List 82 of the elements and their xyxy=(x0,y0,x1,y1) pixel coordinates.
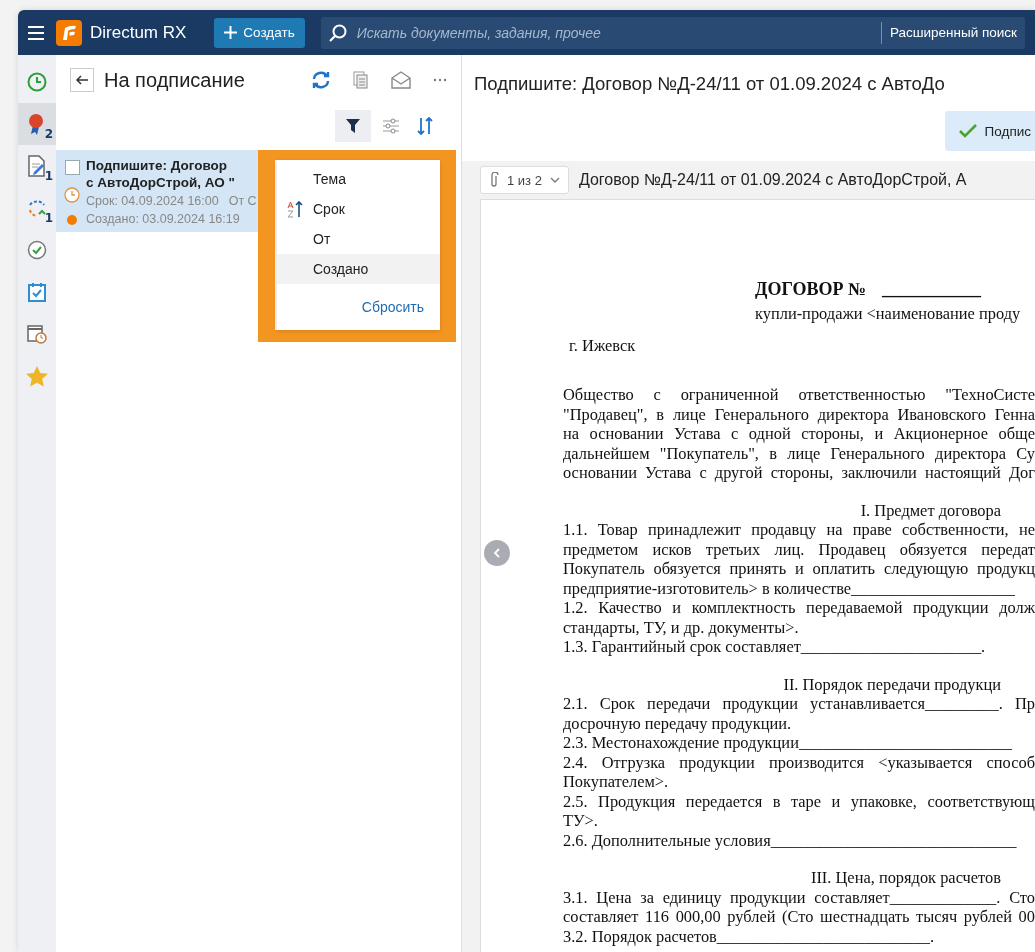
search-field[interactable]: Искать документы, задания, прочее Расширенный поиск xyxy=(320,16,1025,49)
more-icon[interactable] xyxy=(433,78,447,82)
document-line: 1.2. Качество и комплектность передаваемой продукции долж xyxy=(563,598,1035,618)
app-name: Directum RX xyxy=(90,22,187,43)
refresh-icon[interactable] xyxy=(311,71,331,89)
document-line: "Продавец", в лице Генерального директора Ивановского Генна xyxy=(563,404,1035,424)
task-title: Подпишите: Договор xyxy=(86,158,229,173)
document-line: 1.1. Товар принадлежит продавцу на праве собственности, не xyxy=(563,520,1035,540)
sliders-icon[interactable] xyxy=(383,118,399,134)
folder-title: На подписание xyxy=(104,68,246,92)
section-heading: III. Цена, порядок расчетов xyxy=(809,868,1002,888)
mail-icon[interactable] xyxy=(391,71,411,89)
search-icon xyxy=(328,23,347,42)
chevron-down-icon xyxy=(549,177,560,183)
document-line: на основании Устава с одной стороны, и Акционерное обще xyxy=(563,424,1035,444)
document-line: стандарты, ТУ, и др. документы>. xyxy=(563,617,800,637)
calendar-clock-icon xyxy=(27,324,47,344)
menu-icon[interactable] xyxy=(28,25,44,40)
document-line: досрочную передачу продукции. xyxy=(563,713,793,733)
document-line: предметом исков третьих лиц. Продавец обязуется передат xyxy=(563,539,1035,559)
check-circle-icon xyxy=(27,240,47,260)
plus-icon xyxy=(224,26,238,39)
sign-button[interactable]: Подпис xyxy=(944,111,1035,151)
attachment-selector[interactable]: 1 из 2 xyxy=(480,166,569,194)
section-heading: I. Предмет договора xyxy=(859,500,1002,520)
document-name: Договор №Д-24/11 от 01.09.2024 с АвтоДорСтрой, А xyxy=(578,171,967,189)
rail-item[interactable]: 1 xyxy=(18,145,56,187)
document-line: ТУ>. xyxy=(563,811,599,831)
count-label: 1 xyxy=(44,170,53,182)
section-heading: II. Порядок передачи продукци xyxy=(782,674,1002,694)
count-label: 2 xyxy=(44,128,53,140)
document-line: 2.3. Местонахождение продукции__________________________ xyxy=(563,733,1013,753)
rail-item[interactable]: 1 xyxy=(18,187,56,229)
back-button[interactable] xyxy=(70,68,94,92)
document-line: Покупатель обязуется принять и оплатить следующую продукц xyxy=(563,559,1035,579)
sort-option[interactable]: Создано xyxy=(277,254,440,284)
document-line: 2.6. Дополнительные условия______________________________ xyxy=(563,830,1018,850)
document-line: Покупателем>. xyxy=(563,772,670,792)
document-line: составляет 116 000,00 рублей (Сто шестнадцать тысяч рублей 00 xyxy=(563,907,1035,927)
document-line: Общество с ограниченной ответственностью "ТехноСисте xyxy=(563,385,1035,405)
checkbox[interactable] xyxy=(64,160,80,175)
chevron-left-icon xyxy=(493,548,501,558)
document-line: 2.4. Отгрузка продукции производится <указывается способ xyxy=(563,752,1035,772)
advanced-search-link[interactable]: Расширенный поиск xyxy=(889,25,1017,40)
fill-in-line: ___________ xyxy=(882,278,981,301)
filter-icon xyxy=(346,119,360,133)
due-date: Срок: 04.09.2024 16:00 xyxy=(86,194,219,208)
logo-icon xyxy=(56,19,82,46)
create-button[interactable]: Создать xyxy=(214,17,305,48)
document-line: дальнейшем "Покупатель", в лице Генерального директора Су xyxy=(563,443,1035,463)
checkmark-icon xyxy=(958,124,977,138)
document-subtitle: купли-продажи <наименование проду xyxy=(754,304,1022,324)
arrow-left-icon xyxy=(76,75,88,85)
clock-icon xyxy=(27,72,47,92)
document-line: основании Устава с другой стороны, заключили настоящий Дог xyxy=(563,463,1035,483)
sort-option[interactable]: Тема xyxy=(277,164,440,194)
document-line: 2.5. Продукция передается в таре и упаковке, соответствующ xyxy=(563,791,1035,811)
calendar-check-icon xyxy=(28,282,46,302)
award-icon xyxy=(28,113,46,135)
star-icon xyxy=(26,365,48,387)
filter-button[interactable] xyxy=(335,110,371,142)
document-edit-icon xyxy=(28,155,46,177)
cycle-icon xyxy=(26,198,48,218)
task-title: с АвтоДорСтрой, АО " xyxy=(86,175,236,190)
sender: От С xyxy=(228,194,257,208)
document-city: г. Ижевск xyxy=(568,335,637,355)
document-line: 2.1. Срок передачи продукции устанавливается_________. Пр xyxy=(563,694,1035,714)
count-label: 1 xyxy=(44,212,53,224)
document-line: предприятие-изготовитель> в количестве____________________ xyxy=(563,578,1017,598)
sort-option[interactable]: Срок xyxy=(277,194,440,224)
document-line: 3.2. Порядок расчетов__________________________. xyxy=(563,926,936,946)
clock-icon xyxy=(64,187,80,203)
copy-icon[interactable] xyxy=(353,71,369,89)
document-line: 3.1. Цена за единицу продукции составляет_____________. Сто xyxy=(563,887,1035,907)
reset-link[interactable]: Сбросить xyxy=(361,299,424,315)
task-title: Подпишите: Договор №Д-24/11 от 01.09.2024 с АвтоДо xyxy=(473,72,946,95)
rail-item[interactable]: 2 xyxy=(18,103,56,145)
document-title: ДОГОВОР № xyxy=(755,278,866,301)
paperclip-icon xyxy=(489,172,499,188)
sort-icon[interactable] xyxy=(417,117,433,135)
created-date: Создано: 03.09.2024 16:19 xyxy=(86,212,241,226)
document-line: 1.3. Гарантийный срок составляет______________________. xyxy=(563,637,987,657)
